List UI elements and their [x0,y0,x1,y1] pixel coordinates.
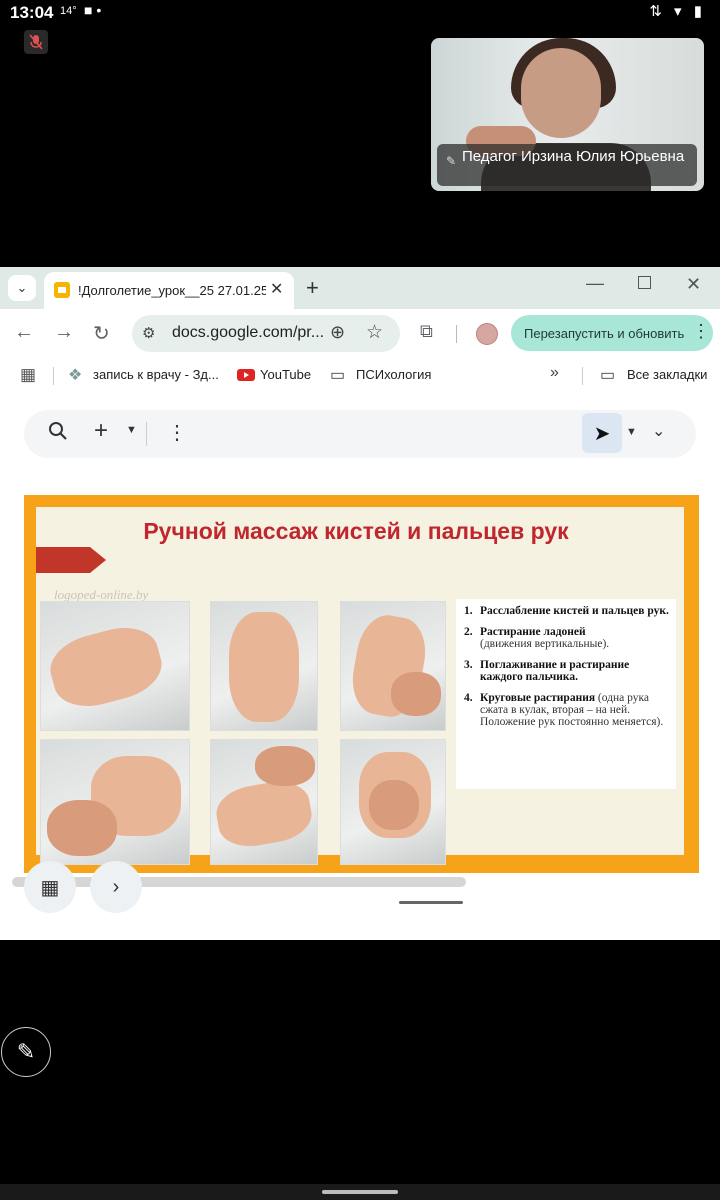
photo-hand-5 [210,739,318,865]
add-icon[interactable]: + [94,417,108,445]
toolbar-divider [146,422,147,446]
all-bookmarks[interactable]: Все закладки [627,367,707,382]
youtube-icon [237,369,255,381]
window-maximize-icon[interactable] [638,276,651,289]
tab-title: !Долголетие_урок__25 27.01.25 [78,283,266,298]
viewer-toolbar: + ▼ ⋮ ➤ ▼ ⌄ [24,410,696,458]
list-item: 3. Поглаживание и растирание каждого паль… [464,659,630,683]
red-arrow-decoration [36,547,106,573]
status-time: 13:04 [10,3,54,22]
folder-icon: ▭ [330,367,346,384]
zoom-icon[interactable]: ⊕ [330,322,345,343]
tab-active[interactable]: !Долголетие_урок__25 27.01.25 ✕ [44,272,294,309]
tab-close-icon[interactable]: ✕ [270,279,283,299]
extensions-icon[interactable]: ⧉ [420,321,433,342]
bookmark-doctor[interactable]: запись к врачу - Зд... [93,367,219,382]
mic-off-icon[interactable] [24,30,48,54]
more-options-icon[interactable]: ⋮ [167,420,187,445]
more-bookmarks-icon[interactable]: » [550,364,559,382]
apps-grid-icon[interactable]: ▦ [20,365,36,385]
forward-arrow-icon[interactable]: → [54,321,74,344]
status-bar: 13:04 14° ■ • ⇅ ▾ ▮ [0,0,720,28]
browser-menu-icon[interactable]: ⋮ [692,321,710,342]
slide-title: Ручной массаж кистей и пальцев рук [143,518,569,544]
bookmarks-divider [582,367,583,385]
bookmark-youtube[interactable]: YouTube [260,367,311,382]
horizontal-scrollbar[interactable] [12,877,466,887]
photo-hand-1 [40,601,190,731]
chevron-right-icon[interactable]: › [90,861,142,913]
bookmark-star-icon[interactable]: ☆ [366,321,383,344]
back-arrow-icon[interactable]: ← [14,321,34,344]
new-tab-icon[interactable]: + [306,275,319,301]
slide: Ручной массаж кистей и пальцев рук logop… [24,495,699,873]
collapse-toolbar-icon[interactable]: ⌄ [652,421,665,441]
photo-hand-4 [40,739,190,865]
photo-hand-3 [340,601,446,731]
tab-search-dropdown-icon[interactable]: ⌄ [8,275,36,301]
search-icon[interactable] [48,421,68,447]
url-text[interactable]: docs.google.com/pr... [172,324,324,342]
health-site-icon: ❖ [68,367,83,384]
slides-viewer: + ▼ ⋮ ➤ ▼ ⌄ Ручной массаж кистей и пальц… [0,393,720,940]
slide-content: Ручной массаж кистей и пальцев рук logop… [36,507,684,865]
chevron-down-icon[interactable]: ▼ [126,424,137,436]
toolbar-divider [456,325,457,343]
list-item: 4. Круговые растирания (одна рука сжата в… [464,692,664,728]
slides-favicon-icon [54,282,70,298]
photo-hand-6 [340,739,446,865]
massage-steps-list: 1. Расслабление кистей и пальцев рук. 2. Р… [456,599,676,789]
pin-icon[interactable]: ✎ [446,154,456,168]
participant-name: Педагог Ирзина Юлия Юрьевна [462,148,685,165]
grid-view-icon[interactable]: ▦ [24,861,76,913]
window-minimize-icon[interactable]: — [586,273,604,294]
browser-toolbar: ← → ↻ ⚙ docs.google.com/pr... ⊕ ☆ ⧉ Пере… [0,309,720,359]
tab-strip: ⌄ !Долголетие_урок__25 27.01.25 ✕ + — ✕ [0,267,720,309]
profile-avatar[interactable] [476,323,498,345]
list-item: 1. Расслабление кистей и пальцев рук. [464,605,669,617]
address-bar[interactable]: ⚙ docs.google.com/pr... ⊕ ☆ [132,315,400,352]
gesture-handle[interactable] [322,1190,398,1194]
list-item: 2. Растирание ладоней (движения вертикальн… [464,626,610,650]
bookmarks-bar: ▦ ❖ запись к врачу - Зд... YouTube ▭ ПСИ… [0,359,720,393]
drag-handle[interactable] [399,901,463,904]
relaunch-update-button[interactable]: Перезапустить и обновить [511,315,713,351]
reload-icon[interactable]: ↻ [93,321,110,346]
bookmark-psychology[interactable]: ПСИхология [356,367,431,382]
photo-hand-2 [210,601,318,731]
window-close-icon[interactable]: ✕ [686,274,701,295]
status-temperature: 14° [60,5,77,17]
folder-icon: ▭ [600,367,616,384]
annotate-pencil-icon[interactable]: ✎ [1,1027,51,1077]
bookmarks-divider [53,367,54,385]
shared-browser-window: ⌄ !Долголетие_урок__25 27.01.25 ✕ + — ✕ … [0,267,720,940]
chevron-down-icon[interactable]: ▼ [626,426,637,438]
site-info-icon[interactable]: ⚙ [142,324,155,342]
camera-notification-icon: ■ • [84,2,102,18]
signal-wifi-battery-icons: ⇅ ▾ ▮ [649,3,706,20]
pointer-tool-icon[interactable]: ➤ [582,413,622,453]
